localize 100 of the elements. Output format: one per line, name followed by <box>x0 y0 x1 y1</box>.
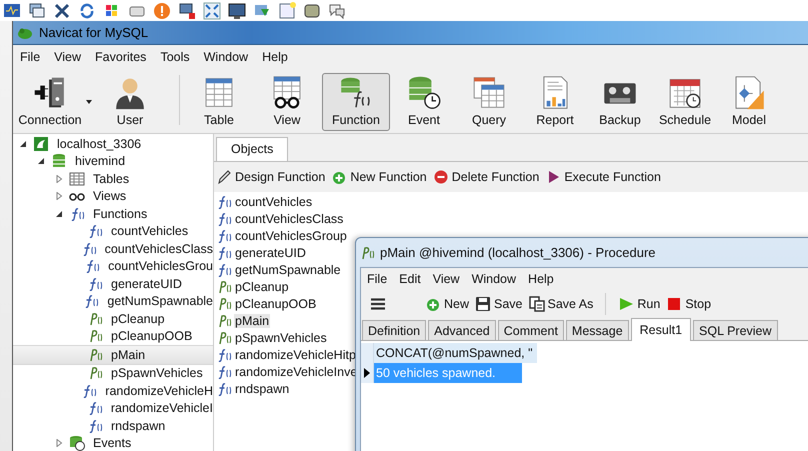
window-icon[interactable] <box>278 2 296 20</box>
save-icon <box>475 296 492 312</box>
menu-item[interactable]: Favorites <box>95 50 146 64</box>
refresh-icon[interactable] <box>78 2 96 20</box>
tree-item[interactable]: randomizeVehicleI <box>13 400 213 417</box>
tree-item[interactable]: pSpawnVehicles <box>13 364 213 382</box>
object-name: getNumSpawnable <box>234 262 342 276</box>
tree-item[interactable]: rndspawn <box>13 417 213 434</box>
function-button[interactable]: Function <box>322 73 390 131</box>
monitor-icon[interactable] <box>228 2 246 20</box>
user-button[interactable]: User <box>97 73 163 131</box>
menu-item[interactable]: View <box>432 272 460 286</box>
function-icon <box>216 244 232 260</box>
object-item[interactable]: pMain <box>214 312 270 329</box>
window-title: pMain @hivemind (localhost_3306) - Procedure <box>380 245 656 260</box>
tree-item[interactable]: countVehiclesClass <box>13 240 213 258</box>
tree-item[interactable]: countVehicles <box>13 222 213 240</box>
execute-function-button[interactable]: Execute Function <box>545 169 661 185</box>
object-item[interactable]: getNumSpawnable <box>214 261 342 278</box>
tree-item[interactable]: Views <box>13 188 213 205</box>
menu-item[interactable]: View <box>54 50 82 64</box>
tree-item[interactable]: localhost_3306 <box>13 135 213 152</box>
tree-item[interactable]: hivemind <box>13 152 213 170</box>
menu-item[interactable]: Edit <box>399 272 421 286</box>
menu-item[interactable]: Window <box>204 50 248 64</box>
query-button[interactable]: Query <box>460 73 518 131</box>
model-button[interactable]: Model <box>722 73 776 131</box>
connection-button[interactable]: Connection <box>13 73 93 131</box>
expand-arrow-icon[interactable] <box>55 439 63 448</box>
tree-item[interactable]: pMain <box>13 345 213 364</box>
tree-item[interactable]: pCleanupOOB <box>13 328 213 345</box>
tree-item[interactable]: getNumSpawnable <box>13 292 213 310</box>
menu-item[interactable]: Help <box>528 272 554 286</box>
menu-item[interactable]: File <box>367 272 388 286</box>
collapse-arrow-icon[interactable] <box>37 157 45 166</box>
caret-icon[interactable] <box>86 100 92 104</box>
objects-tab[interactable]: Objects <box>216 137 288 161</box>
object-item[interactable]: pCleanup <box>214 278 290 295</box>
tree-item[interactable]: randomizeVehicleH <box>13 382 213 400</box>
new-button[interactable]: New <box>425 296 470 312</box>
report-button[interactable]: Report <box>526 73 584 131</box>
object-item[interactable]: randomizeVehicleHitp <box>214 346 357 363</box>
computer-icon[interactable] <box>178 2 196 20</box>
tab[interactable]: Definition <box>362 320 426 340</box>
event-button[interactable]: Event <box>396 73 452 131</box>
function-icon <box>87 418 103 434</box>
tab[interactable]: Comment <box>498 320 564 340</box>
save-button[interactable]: Save <box>475 296 523 312</box>
new-function-button[interactable]: New Function <box>331 169 427 185</box>
collapse-arrow-icon[interactable] <box>55 210 63 218</box>
warning-icon[interactable] <box>153 2 171 20</box>
tab[interactable]: SQL Preview <box>693 320 778 340</box>
run-button[interactable]: Run <box>618 296 660 312</box>
object-name: randomizeVehicleInve <box>234 364 358 378</box>
tree-item[interactable]: generateUID <box>13 275 213 292</box>
object-item[interactable]: pSpawnVehicles <box>214 329 328 346</box>
menu-item[interactable]: Tools <box>160 50 190 64</box>
menu-item[interactable]: File <box>20 50 40 64</box>
column-header[interactable]: CONCAT(@numSpawned, " <box>374 343 537 363</box>
expand-icon[interactable] <box>203 2 221 20</box>
menu-item[interactable]: Help <box>262 50 288 64</box>
monitor-icon[interactable] <box>3 2 21 20</box>
tab[interactable]: Result1 <box>630 318 692 341</box>
database-icon <box>51 153 67 170</box>
schedule-button[interactable]: Schedule <box>654 73 716 131</box>
view-button[interactable]: View <box>258 73 316 131</box>
delete-function-button[interactable]: Delete Function <box>432 169 540 185</box>
tree-item[interactable]: pCleanup <box>13 310 213 328</box>
object-item[interactable]: countVehicles <box>214 193 314 210</box>
object-item[interactable]: countVehiclesClass <box>214 210 344 227</box>
expand-arrow-icon[interactable] <box>55 192 63 200</box>
tab[interactable]: Advanced <box>428 320 496 340</box>
object-name: countVehiclesClass <box>234 212 344 226</box>
stop-button[interactable]: Stop <box>666 296 712 312</box>
expand-arrow-icon[interactable] <box>55 174 63 183</box>
menu-item[interactable]: Window <box>472 272 516 286</box>
object-name: rndspawn <box>234 382 290 396</box>
backup-button[interactable]: Backup <box>590 73 650 131</box>
object-item[interactable]: pCleanupOOB <box>214 295 318 312</box>
design-function-button[interactable]: Design Function <box>216 169 326 185</box>
tree-item[interactable]: Events <box>13 434 213 451</box>
collapse-arrow-icon[interactable] <box>19 140 27 148</box>
pencil-icon <box>216 169 232 185</box>
tree-item[interactable]: Functions <box>13 205 213 222</box>
object-item[interactable]: randomizeVehicleInve <box>214 363 358 380</box>
table-button[interactable]: Table <box>190 73 248 131</box>
object-name: randomizeVehicleHitp <box>234 348 357 362</box>
chat-icon[interactable] <box>328 2 346 20</box>
object-item[interactable]: generateUID <box>214 244 307 261</box>
tree-item[interactable]: Tables <box>13 170 213 188</box>
menu-icon[interactable] <box>371 298 385 310</box>
tab[interactable]: Message <box>566 320 629 340</box>
object-name: pCleanupOOB <box>234 296 318 310</box>
tree-item[interactable]: countVehiclesGrou <box>13 258 213 275</box>
object-item[interactable]: rndspawn <box>214 380 290 397</box>
windows-icon[interactable] <box>28 2 46 20</box>
saveas-button[interactable]: Save As <box>528 296 594 312</box>
frame-icon[interactable] <box>303 2 321 20</box>
object-item[interactable]: countVehiclesGroup <box>214 227 348 244</box>
tree-label: Tables <box>93 172 130 186</box>
